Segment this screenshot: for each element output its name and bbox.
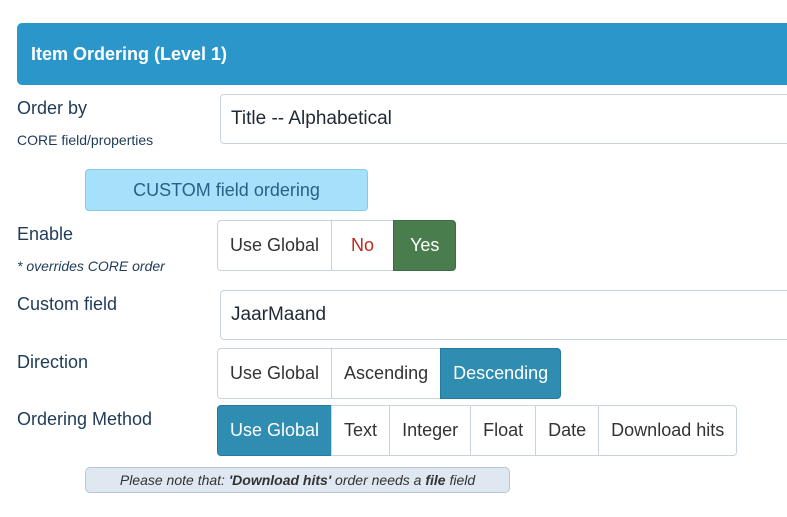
method-use-global-button[interactable]: Use Global [217, 405, 333, 456]
panel-header: Item Ordering (Level 1) [17, 23, 787, 85]
ordering-method-toggle-group: Use Global Text Integer Float Date Downl… [217, 405, 738, 456]
enable-use-global-button[interactable]: Use Global [217, 220, 333, 271]
note-prefix: Please note that: [119, 472, 229, 488]
order-by-label: Order by [17, 98, 88, 118]
ordering-method-label: Ordering Method [17, 409, 153, 429]
custom-field-label: Custom field [17, 294, 118, 314]
order-by-sublabel: CORE field/properties [17, 132, 154, 148]
enable-no-button[interactable]: No [331, 220, 395, 271]
direction-label: Direction [17, 352, 89, 372]
method-integer-button[interactable]: Integer [389, 405, 472, 456]
note-middle: order needs a [331, 472, 426, 488]
direction-ascending-button[interactable]: Ascending [331, 348, 442, 399]
order-by-select[interactable]: Title -- Alphabetical [220, 94, 787, 144]
method-text-button[interactable]: Text [331, 405, 391, 456]
method-date-button[interactable]: Date [535, 405, 600, 456]
panel-title: Item Ordering (Level 1) [31, 44, 228, 64]
method-float-button[interactable]: Float [470, 405, 537, 456]
direction-toggle-group: Use Global Ascending Descending [217, 348, 562, 399]
custom-field-ordering-button[interactable]: CUSTOM field ordering [85, 169, 368, 211]
direction-descending-button[interactable]: Descending [440, 348, 562, 399]
direction-use-global-button[interactable]: Use Global [217, 348, 333, 399]
enable-sublabel: * overrides CORE order [17, 258, 165, 274]
note-suffix: field [445, 472, 476, 488]
enable-label: Enable [17, 224, 74, 244]
enable-yes-button[interactable]: Yes [393, 220, 457, 271]
method-download-hits-button[interactable]: Download hits [598, 405, 738, 456]
download-hits-note: Please note that: 'Download hits' order … [85, 467, 510, 493]
note-bold-download-hits: 'Download hits' [228, 472, 332, 488]
custom-field-input[interactable]: JaarMaand [220, 290, 787, 340]
enable-toggle-group: Use Global No Yes [217, 220, 457, 271]
note-bold-file: file [425, 472, 446, 488]
